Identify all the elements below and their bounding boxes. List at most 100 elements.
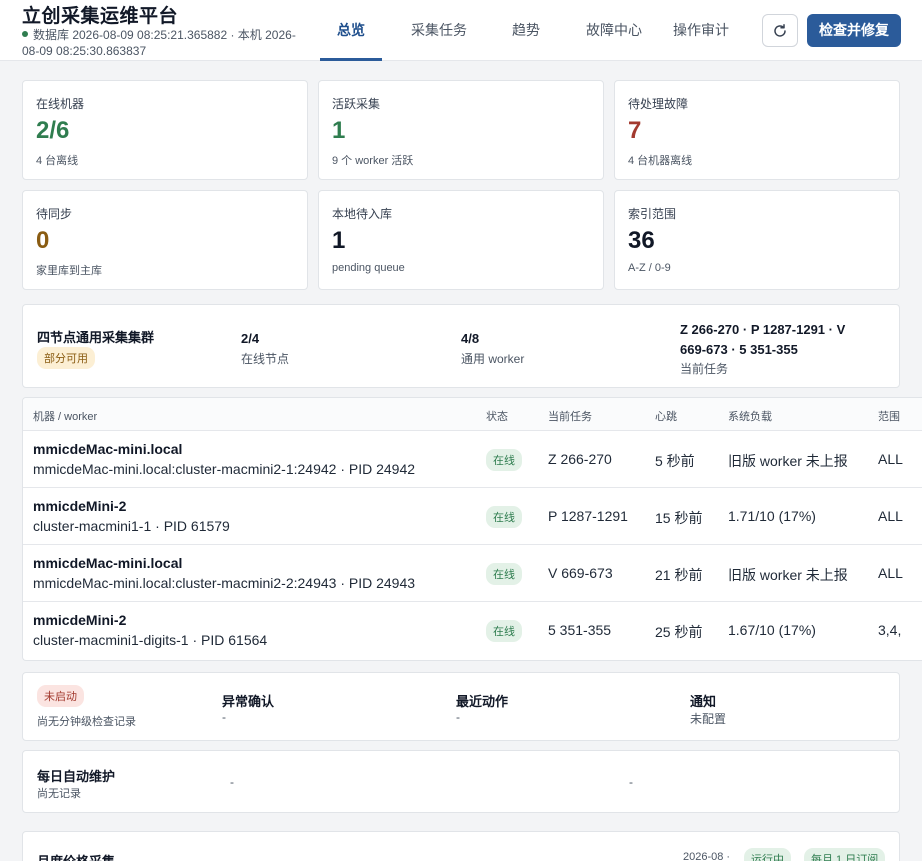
metric-sub: 家里库到主库 bbox=[36, 265, 102, 277]
metric-card-active-collect: 活跃采集 1 9 个 worker 活跃 bbox=[318, 80, 604, 180]
db-status: 数据库 2026-08-09 08:25:21.365882 · 本机 2026… bbox=[22, 27, 312, 59]
cluster-tasks-line: Z 266-270 · P 1287-1291 · V bbox=[680, 322, 846, 337]
cluster-nodes-label: 在线节点 bbox=[241, 352, 290, 366]
cluster-name: 四节点通用采集集群 bbox=[37, 330, 155, 345]
cluster-nodes-value: 2/4 bbox=[241, 331, 260, 346]
app-header: 立创采集运维平台 数据库 2026-08-09 08:25:21.365882 … bbox=[0, 0, 922, 61]
action-value: - bbox=[456, 710, 460, 724]
tab-overview[interactable]: 总览 bbox=[320, 0, 382, 61]
metric-label: 在线机器 bbox=[36, 97, 85, 111]
table-row[interactable]: mmicdeMac-mini.local mmicdeMac-mini.loca… bbox=[23, 431, 922, 488]
machine-name: mmicdeMac-mini.local bbox=[33, 555, 183, 571]
metric-sub: A-Z / 0-9 bbox=[628, 262, 671, 274]
load-cell: 1.67/10 (17%) bbox=[728, 622, 816, 638]
tab-audit[interactable]: 操作审计 bbox=[672, 0, 730, 61]
refresh-icon bbox=[774, 23, 786, 37]
cluster-panel: 四节点通用采集集群 部分可用 2/4 在线节点 4/8 通用 worker Z … bbox=[22, 304, 900, 388]
daily-sub: 尚无记录 bbox=[37, 788, 81, 800]
machine-name: mmicdeMini-2 bbox=[33, 612, 127, 628]
metric-sub: 9 个 worker 活跃 bbox=[332, 155, 414, 167]
column-header-range: 范围 bbox=[878, 411, 900, 423]
cluster-status-badge: 部分可用 bbox=[37, 347, 95, 369]
status-badge: 在线 bbox=[486, 449, 522, 471]
task-cell: P 1287-1291 bbox=[548, 508, 628, 524]
metric-label: 本地待入库 bbox=[332, 207, 393, 221]
metric-value: 2/6 bbox=[36, 117, 70, 144]
workers-table: 机器 / worker 状态 当前任务 心跳 系统负载 范围 mmicdeMac… bbox=[22, 397, 922, 661]
check-and-fix-button[interactable]: 检查并修复 bbox=[807, 14, 901, 47]
db-status-text: 数据库 2026-08-09 08:25:21.365882 · 本机 2026… bbox=[22, 28, 296, 58]
metric-value: 0 bbox=[36, 227, 50, 254]
heartbeat-cell: 25 秒前 bbox=[655, 624, 703, 640]
tab-tasks[interactable]: 采集任务 bbox=[382, 0, 496, 61]
task-cell: Z 266-270 bbox=[548, 451, 612, 467]
app-title: 立创采集运维平台 bbox=[22, 6, 179, 27]
monthly-schedule-badge: 每月 1 日订阅 bbox=[804, 848, 886, 861]
metric-sub: pending queue bbox=[332, 262, 405, 274]
metric-value: 7 bbox=[628, 117, 642, 144]
machine-name: mmicdeMac-mini.local bbox=[33, 441, 183, 457]
metric-label: 待处理故障 bbox=[628, 97, 689, 111]
cluster-tasks-line: 669-673 · 5 351-355 bbox=[680, 342, 798, 357]
monthly-price-panel: 月度价格采集 2026-08 · 运行中 每月 1 日订阅 bbox=[22, 831, 900, 861]
table-header: 机器 / worker 状态 当前任务 心跳 系统负载 范围 bbox=[23, 398, 922, 431]
range-cell: ALL bbox=[878, 451, 903, 467]
daily-title: 每日自动维护 bbox=[37, 769, 116, 784]
main-nav: 总览 采集任务 趋势 故障中心 操作审计 bbox=[320, 0, 730, 61]
metric-card-index-range: 索引范围 36 A-Z / 0-9 bbox=[614, 190, 900, 290]
load-cell: 旧版 worker 未上报 bbox=[728, 453, 848, 469]
task-cell: 5 351-355 bbox=[548, 622, 612, 638]
table-row[interactable]: mmicdeMini-2 cluster-macmini1-digits-1 ·… bbox=[23, 602, 922, 659]
metric-card-pending-faults: 待处理故障 7 4 台机器离线 bbox=[614, 80, 900, 180]
machine-name: mmicdeMini-2 bbox=[33, 498, 127, 514]
cluster-tasks-label: 当前任务 bbox=[680, 362, 729, 376]
metric-card-online-machines: 在线机器 2/6 4 台离线 bbox=[22, 80, 308, 180]
refresh-button[interactable] bbox=[762, 14, 798, 47]
column-header-load: 系统负载 bbox=[728, 411, 772, 423]
table-row[interactable]: mmicdeMini-2 cluster-macmini1-1 · PID 61… bbox=[23, 488, 922, 545]
load-cell: 旧版 worker 未上报 bbox=[728, 567, 848, 583]
status-badge: 在线 bbox=[486, 506, 522, 528]
metric-card-local-pending: 本地待入库 1 pending queue bbox=[318, 190, 604, 290]
tab-trend[interactable]: 趋势 bbox=[496, 0, 556, 61]
metric-label: 索引范围 bbox=[628, 207, 677, 221]
range-cell: ALL bbox=[878, 508, 903, 524]
metric-value: 36 bbox=[628, 227, 655, 254]
metric-label: 待同步 bbox=[36, 207, 73, 221]
metric-value: 1 bbox=[332, 227, 346, 254]
range-cell: ALL bbox=[878, 565, 903, 581]
daily-maintenance-panel: 每日自动维护 尚无记录 - - bbox=[22, 750, 900, 813]
table-row[interactable]: mmicdeMac-mini.local mmicdeMac-mini.loca… bbox=[23, 545, 922, 602]
metric-sub: 4 台机器离线 bbox=[628, 155, 693, 167]
metric-value: 1 bbox=[332, 117, 346, 144]
column-header-machine: 机器 / worker bbox=[33, 411, 98, 423]
anomaly-title: 异常确认 bbox=[222, 694, 275, 709]
cluster-workers-label: 通用 worker bbox=[461, 352, 525, 366]
check-status-badge: 未启动 bbox=[37, 685, 84, 707]
status-badge: 在线 bbox=[486, 563, 522, 585]
heartbeat-cell: 5 秒前 bbox=[655, 453, 695, 469]
daily-value: - bbox=[629, 775, 633, 789]
worker-id: cluster-macmini1-1 · PID 61579 bbox=[33, 518, 230, 534]
worker-id: mmicdeMac-mini.local:cluster-macmini2-1:… bbox=[33, 461, 416, 477]
metric-label: 活跃采集 bbox=[332, 97, 381, 111]
column-header-status: 状态 bbox=[486, 411, 508, 423]
column-header-task: 当前任务 bbox=[548, 411, 592, 423]
monthly-status-badge: 运行中 bbox=[744, 848, 791, 861]
cluster-tasks-value: Z 266-270 · P 1287-1291 · V 669-673 · 5 … bbox=[680, 320, 845, 360]
column-header-heartbeat: 心跳 bbox=[655, 411, 677, 423]
metric-sub: 4 台离线 bbox=[36, 155, 79, 167]
monthly-date: 2026-08 · bbox=[683, 851, 731, 861]
action-title: 最近动作 bbox=[456, 694, 509, 709]
check-sub: 尚无分钟级检查记录 bbox=[37, 716, 136, 728]
worker-id: cluster-macmini1-digits-1 · PID 61564 bbox=[33, 632, 268, 648]
heartbeat-cell: 21 秒前 bbox=[655, 567, 703, 583]
anomaly-value: - bbox=[222, 710, 226, 724]
task-cell: V 669-673 bbox=[548, 565, 613, 581]
tab-fault-center[interactable]: 故障中心 bbox=[556, 0, 672, 61]
notify-title: 通知 bbox=[690, 694, 717, 709]
load-cell: 1.71/10 (17%) bbox=[728, 508, 816, 524]
status-badge: 在线 bbox=[486, 620, 522, 642]
cluster-workers-value: 4/8 bbox=[461, 331, 480, 346]
minute-check-panel: 未启动 尚无分钟级检查记录 异常确认 - 最近动作 - 通知 未配置 bbox=[22, 672, 900, 741]
